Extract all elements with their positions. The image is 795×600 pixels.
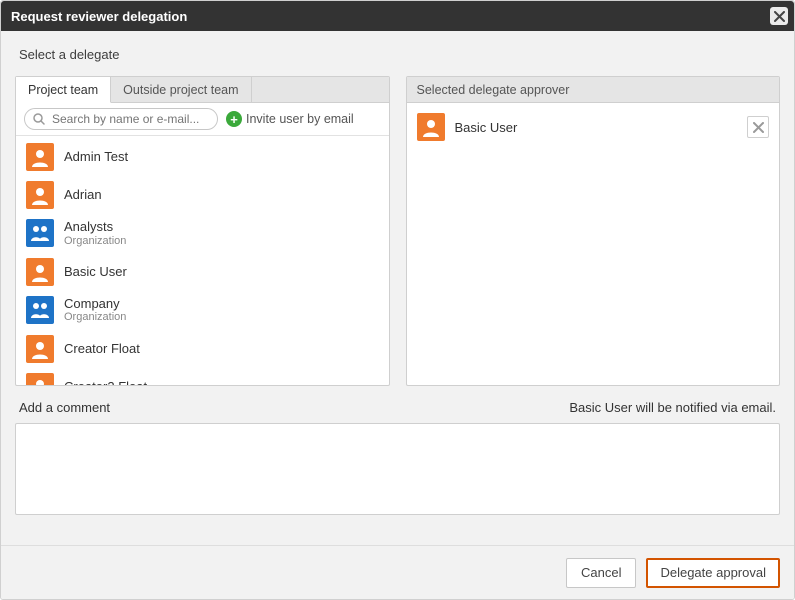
list-item-labels: Adrian	[64, 187, 102, 203]
list-item-labels: Basic User	[64, 264, 127, 280]
invite-user-label: Invite user by email	[246, 112, 354, 126]
list-item-name: Creator2 Float	[64, 379, 147, 385]
org-avatar-icon	[26, 219, 54, 247]
list-item-name: Analysts	[64, 219, 126, 235]
panels: Project team Outside project team + Invi…	[15, 76, 780, 386]
list-item-name: Basic User	[64, 264, 127, 280]
dialog-body: Select a delegate Project team Outside p…	[1, 31, 794, 545]
candidates-list[interactable]: Admin TestAdrianAnalystsOrganizationBasi…	[16, 136, 389, 385]
notify-text: Basic User will be notified via email.	[569, 400, 776, 415]
tab-project-team[interactable]: Project team	[16, 77, 111, 103]
list-item[interactable]: Creator2 Float	[16, 368, 389, 385]
search-input[interactable]	[50, 111, 209, 127]
list-item-name: Creator Float	[64, 341, 140, 357]
plus-circle-icon: +	[226, 111, 242, 127]
dialog-titlebar: Request reviewer delegation	[1, 1, 794, 31]
list-item-labels: Creator Float	[64, 341, 140, 357]
list-item[interactable]: Basic User	[16, 253, 389, 291]
invite-user-link[interactable]: + Invite user by email	[226, 111, 354, 127]
selected-panel: Selected delegate approver Basic User	[406, 76, 781, 386]
comment-row-header: Add a comment Basic User will be notifie…	[19, 400, 776, 415]
list-item-name: Adrian	[64, 187, 102, 203]
list-item-labels: CompanyOrganization	[64, 296, 126, 325]
selected-list: Basic User	[407, 103, 780, 151]
list-item[interactable]: CompanyOrganization	[16, 291, 389, 330]
cancel-button[interactable]: Cancel	[566, 558, 636, 588]
user-avatar-icon	[26, 143, 54, 171]
list-item-labels: Creator2 Float	[64, 379, 147, 385]
list-item[interactable]: Adrian	[16, 176, 389, 214]
search-icon	[33, 113, 45, 125]
list-item-subtext: Organization	[64, 311, 126, 324]
list-item-labels: AnalystsOrganization	[64, 219, 126, 248]
selected-item: Basic User	[407, 109, 780, 145]
list-item-labels: Admin Test	[64, 149, 128, 165]
delegation-dialog: Request reviewer delegation Select a del…	[0, 0, 795, 600]
dialog-footer: Cancel Delegate approval	[1, 545, 794, 599]
close-button[interactable]	[770, 7, 788, 25]
comment-label: Add a comment	[19, 400, 110, 415]
user-avatar-icon	[417, 113, 445, 141]
org-avatar-icon	[26, 296, 54, 324]
tabs: Project team Outside project team	[16, 77, 389, 103]
list-item-name: Company	[64, 296, 126, 312]
remove-selected-button[interactable]	[747, 116, 769, 138]
candidates-list-wrap: Admin TestAdrianAnalystsOrganizationBasi…	[16, 136, 389, 385]
selected-panel-header: Selected delegate approver	[407, 77, 780, 103]
remove-icon	[753, 122, 764, 133]
candidates-panel: Project team Outside project team + Invi…	[15, 76, 390, 386]
user-avatar-icon	[26, 181, 54, 209]
dialog-title: Request reviewer delegation	[11, 9, 187, 24]
list-item[interactable]: Creator Float	[16, 330, 389, 368]
list-item[interactable]: Admin Test	[16, 138, 389, 176]
close-icon	[774, 11, 785, 22]
user-avatar-icon	[26, 258, 54, 286]
search-input-wrapper[interactable]	[24, 108, 218, 130]
delegate-approval-button[interactable]: Delegate approval	[646, 558, 780, 588]
comment-textarea[interactable]	[15, 423, 780, 515]
list-item-name: Admin Test	[64, 149, 128, 165]
dialog-subtitle: Select a delegate	[19, 47, 780, 62]
candidates-toolbar: + Invite user by email	[16, 103, 389, 136]
user-avatar-icon	[26, 335, 54, 363]
selected-item-name: Basic User	[455, 120, 518, 135]
list-item-subtext: Organization	[64, 235, 126, 248]
user-avatar-icon	[26, 373, 54, 385]
tab-outside-project-team[interactable]: Outside project team	[111, 77, 251, 102]
list-item[interactable]: AnalystsOrganization	[16, 214, 389, 253]
